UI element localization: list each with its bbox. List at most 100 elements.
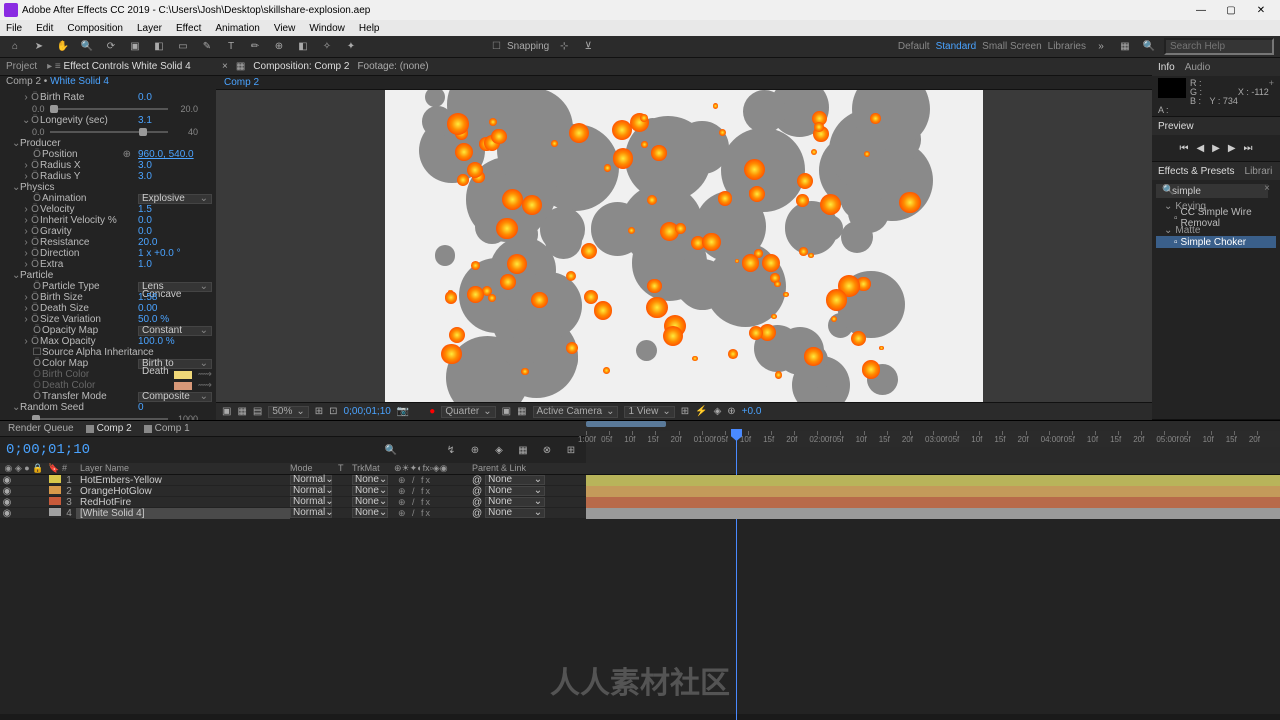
vt-aspect-icon[interactable]: ⊞ bbox=[315, 406, 323, 417]
val-radius-x[interactable]: 3.0 bbox=[134, 160, 212, 171]
visibility-toggle[interactable]: ◉ bbox=[0, 508, 14, 519]
tab-composition[interactable]: Composition: Comp 2 bbox=[253, 61, 349, 72]
vt-pixel-icon[interactable]: ⊞ bbox=[681, 406, 689, 417]
parent-dropdown[interactable]: None⌄ bbox=[485, 497, 545, 507]
prop-birth-rate[interactable]: Birth Rate bbox=[40, 92, 134, 103]
menu-composition[interactable]: Composition bbox=[67, 23, 123, 34]
tab-comp-2[interactable]: Comp 2 bbox=[86, 423, 132, 434]
blend-mode-dropdown[interactable]: Normal⌄ bbox=[290, 508, 332, 518]
parent-dropdown[interactable]: None⌄ bbox=[485, 486, 545, 496]
roto-tool-icon[interactable]: ✧ bbox=[318, 38, 336, 56]
snap-opt1-icon[interactable]: ⊹ bbox=[555, 38, 573, 56]
parent-dropdown[interactable]: None⌄ bbox=[485, 475, 545, 485]
slider-longevity[interactable] bbox=[50, 131, 168, 133]
workspace-default[interactable]: Default bbox=[898, 41, 930, 52]
layer-track-bar[interactable] bbox=[586, 497, 1280, 508]
val-cmap[interactable]: Birth to Death⌄ bbox=[138, 359, 212, 369]
ep-search-clear-icon[interactable]: × bbox=[1264, 183, 1270, 194]
vt-region-icon[interactable]: ▣ bbox=[502, 406, 511, 417]
tab-render-queue[interactable]: Render Queue bbox=[8, 423, 74, 434]
prop-random-seed[interactable]: Random Seed bbox=[20, 402, 134, 413]
group-particle[interactable]: Particle bbox=[20, 270, 212, 281]
tab-audio[interactable]: Audio bbox=[1185, 62, 1211, 73]
prop-birth-size[interactable]: Birth Size bbox=[40, 292, 134, 303]
val-omap[interactable]: Constant⌄ bbox=[138, 326, 212, 336]
workspace-libraries[interactable]: Libraries bbox=[1048, 41, 1086, 52]
vt-time[interactable]: 0;00;01;10 bbox=[344, 406, 391, 417]
vt-mask-icon[interactable]: ▣ bbox=[222, 406, 231, 417]
type-tool-icon[interactable]: T bbox=[222, 38, 240, 56]
brush-tool-icon[interactable]: ✏ bbox=[246, 38, 264, 56]
zoom-dropdown[interactable]: 50%⌄ bbox=[268, 406, 308, 418]
trkmat-dropdown[interactable]: None⌄ bbox=[352, 486, 388, 496]
clone-tool-icon[interactable]: ⊕ bbox=[270, 38, 288, 56]
visibility-toggle[interactable]: ◉ bbox=[0, 497, 14, 508]
workspace-small[interactable]: Small Screen bbox=[982, 41, 1041, 52]
first-frame-icon[interactable]: ⏮ bbox=[1179, 143, 1188, 154]
prop-source-alpha[interactable]: Source Alpha Inheritance bbox=[42, 347, 212, 358]
ep-item-cc-simple-wire[interactable]: ▫CC Simple Wire Removal bbox=[1156, 212, 1276, 224]
slider-birth-rate[interactable] bbox=[50, 108, 168, 110]
prop-color-map[interactable]: Color Map bbox=[42, 358, 138, 369]
trkmat-dropdown[interactable]: None⌄ bbox=[352, 497, 388, 507]
val-velocity[interactable]: 1.5 bbox=[134, 204, 212, 215]
layer-switches[interactable]: ⊕ / fx bbox=[394, 508, 472, 519]
menu-effect[interactable]: Effect bbox=[176, 23, 201, 34]
vt-exposure[interactable]: +0.0 bbox=[742, 406, 762, 417]
tab-preview[interactable]: Preview bbox=[1158, 121, 1194, 132]
layer-switches[interactable]: ⊕ / fx bbox=[394, 497, 472, 508]
val-position[interactable]: 960.0, 540.0 bbox=[134, 149, 212, 160]
blend-mode-dropdown[interactable]: Normal⌄ bbox=[290, 486, 332, 496]
next-frame-icon[interactable]: ▶ bbox=[1228, 143, 1236, 154]
comp-flowchart-crumb[interactable]: Comp 2 bbox=[216, 76, 1152, 90]
prop-resistance[interactable]: Resistance bbox=[40, 237, 134, 248]
camera-dropdown[interactable]: Active Camera⌄ bbox=[533, 406, 619, 418]
prop-direction[interactable]: Direction bbox=[40, 248, 134, 259]
vt-safe-icon[interactable]: ⊡ bbox=[329, 406, 337, 417]
val-radius-y[interactable]: 3.0 bbox=[134, 171, 212, 182]
vt-fast-icon[interactable]: ⚡ bbox=[695, 406, 707, 417]
parent-dropdown[interactable]: None⌄ bbox=[485, 508, 545, 518]
layer-name[interactable]: RedHotFire bbox=[76, 497, 290, 508]
menu-window[interactable]: Window bbox=[309, 23, 345, 34]
view-dropdown[interactable]: 1 View⌄ bbox=[624, 406, 674, 418]
prop-opacity-map[interactable]: Opacity Map bbox=[42, 325, 138, 336]
vt-grid-icon[interactable]: ▦ bbox=[237, 406, 246, 417]
layer-switches[interactable]: ⊕ / fx bbox=[394, 486, 472, 497]
snap-opt2-icon[interactable]: ⊻ bbox=[579, 38, 597, 56]
search-help-input[interactable] bbox=[1164, 38, 1274, 55]
workspace-menu-icon[interactable]: ▦ bbox=[1116, 38, 1134, 56]
menu-view[interactable]: View bbox=[274, 23, 296, 34]
prop-extra[interactable]: Extra bbox=[40, 259, 134, 270]
tab-comp-1[interactable]: Comp 1 bbox=[144, 423, 190, 434]
prop-transfer-mode[interactable]: Transfer Mode bbox=[42, 391, 138, 402]
val-tmode[interactable]: Composite⌄ bbox=[138, 392, 212, 402]
tab-effects-presets[interactable]: Effects & Presets bbox=[1158, 166, 1235, 177]
play-icon[interactable]: ▶ bbox=[1212, 143, 1220, 154]
val-birth-rate[interactable]: 0.0 bbox=[134, 92, 212, 103]
prop-longevity[interactable]: Longevity (sec) bbox=[40, 115, 134, 126]
zoom-tool-icon[interactable]: 🔍 bbox=[78, 38, 96, 56]
vt-guides-icon[interactable]: ▤ bbox=[253, 406, 262, 417]
composition-viewer[interactable]: www.rrcg.cn bbox=[216, 90, 1152, 402]
close-button[interactable]: ✕ bbox=[1246, 1, 1276, 19]
time-ruler[interactable]: 1:00f05f10f15f20f01:00f05f10f15f20f02:00… bbox=[586, 421, 1280, 475]
prop-gravity[interactable]: Gravity bbox=[40, 226, 134, 237]
visibility-toggle[interactable]: ◉ bbox=[0, 486, 14, 497]
layer-name[interactable]: OrangeHotGlow bbox=[76, 486, 290, 497]
val-ptype[interactable]: Lens Concave⌄ bbox=[138, 282, 212, 292]
ep-item-simple-choker[interactable]: ▫Simple Choker bbox=[1156, 236, 1276, 248]
hand-tool-icon[interactable]: ✋ bbox=[54, 38, 72, 56]
vt-3d-icon[interactable]: ◈ bbox=[714, 406, 722, 417]
val-inherit[interactable]: 0.0 bbox=[134, 215, 212, 226]
current-timecode[interactable]: 0;00;01;10 bbox=[6, 442, 90, 458]
prop-size-variation[interactable]: Size Variation bbox=[40, 314, 134, 325]
prop-max-opacity[interactable]: Max Opacity bbox=[40, 336, 134, 347]
pickwhip-icon[interactable]: @ bbox=[472, 508, 482, 519]
prop-animation[interactable]: Animation bbox=[42, 193, 138, 204]
tl-switch-4-icon[interactable]: ▦ bbox=[514, 441, 532, 459]
visibility-toggle[interactable]: ◉ bbox=[0, 475, 14, 486]
vt-transparency-icon[interactable]: ▦ bbox=[517, 406, 526, 417]
val-direction[interactable]: 1 x +0.0 ° bbox=[134, 248, 212, 259]
layer-track-bar[interactable] bbox=[586, 508, 1280, 519]
